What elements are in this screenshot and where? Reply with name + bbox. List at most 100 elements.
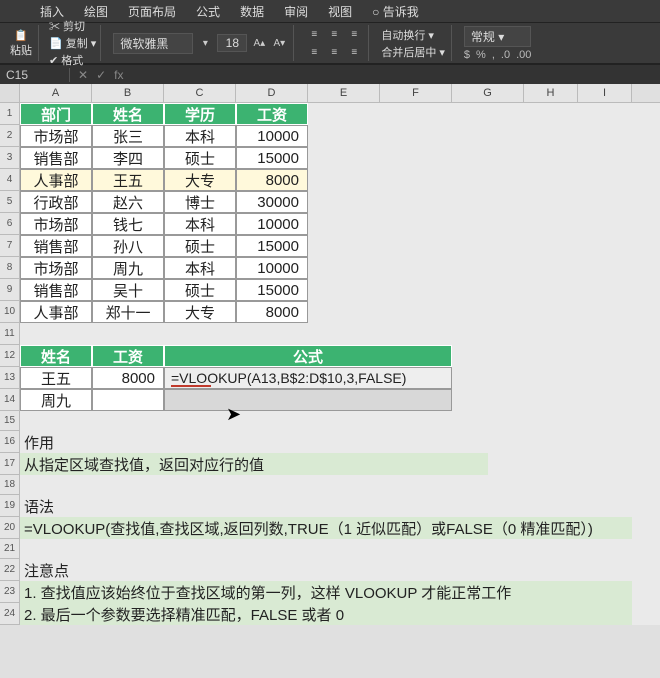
cell[interactable] <box>524 125 578 147</box>
row-4[interactable]: 4 <box>0 169 20 191</box>
cancel-icon[interactable]: ✕ <box>78 68 88 82</box>
cell[interactable] <box>380 235 452 257</box>
cell[interactable] <box>380 475 452 495</box>
cell[interactable] <box>164 475 236 495</box>
cell[interactable]: 注意点 <box>20 559 488 581</box>
cell[interactable] <box>524 279 578 301</box>
align-left-icon[interactable]: ≡ <box>306 44 322 60</box>
cell[interactable] <box>452 103 524 125</box>
cell[interactable]: 本科 <box>164 257 236 279</box>
cell[interactable] <box>164 411 236 431</box>
cell[interactable]: 8000 <box>92 367 164 389</box>
row-15[interactable]: 15 <box>0 411 20 431</box>
cell[interactable] <box>578 539 632 559</box>
cell[interactable] <box>380 411 452 431</box>
cell[interactable]: =VLOOKUP(A13,B$2:D$10,3,FALSE) <box>164 367 452 389</box>
decrease-font-icon[interactable]: A▾ <box>271 35 287 51</box>
cell[interactable]: 硕士 <box>164 235 236 257</box>
cell[interactable] <box>308 213 380 235</box>
wrap-button[interactable]: 自动换行 ▾ <box>381 27 445 43</box>
cell[interactable] <box>308 411 380 431</box>
merge-button[interactable]: 合并后居中 ▾ <box>381 44 445 60</box>
row-2[interactable]: 2 <box>0 125 20 147</box>
cell[interactable] <box>308 257 380 279</box>
row-10[interactable]: 10 <box>0 301 20 323</box>
inc-dec-icon[interactable]: .0 <box>501 49 510 61</box>
cell[interactable] <box>578 367 632 389</box>
number-format-select[interactable]: 常规 ▾ <box>464 26 531 47</box>
cell[interactable]: 8000 <box>236 169 308 191</box>
align-mid-icon[interactable]: ≡ <box>326 26 342 42</box>
cell[interactable] <box>578 323 632 345</box>
cell[interactable] <box>578 411 632 431</box>
cell[interactable] <box>452 213 524 235</box>
cell[interactable] <box>578 301 632 323</box>
cell[interactable] <box>308 279 380 301</box>
cell[interactable]: 王五 <box>92 169 164 191</box>
cell[interactable] <box>308 323 380 345</box>
cell[interactable]: 15000 <box>236 279 308 301</box>
cell[interactable] <box>524 389 578 411</box>
row-1[interactable]: 1 <box>0 103 20 125</box>
row-6[interactable]: 6 <box>0 213 20 235</box>
fx-icon[interactable]: fx <box>114 68 123 82</box>
row-24[interactable]: 24 <box>0 603 20 625</box>
cell[interactable] <box>92 539 164 559</box>
cell[interactable] <box>164 389 452 411</box>
cell[interactable]: 本科 <box>164 125 236 147</box>
cell[interactable] <box>92 411 164 431</box>
cell[interactable] <box>524 345 578 367</box>
cell[interactable] <box>524 411 578 431</box>
cell[interactable]: 销售部 <box>20 235 92 257</box>
increase-font-icon[interactable]: A▴ <box>251 35 267 51</box>
tab-tellme[interactable]: ○ 告诉我 <box>362 0 429 22</box>
cell[interactable] <box>524 213 578 235</box>
cell[interactable]: 人事部 <box>20 301 92 323</box>
cell[interactable] <box>452 169 524 191</box>
cell[interactable] <box>20 539 92 559</box>
cell[interactable] <box>578 235 632 257</box>
cell[interactable] <box>452 301 524 323</box>
col-D[interactable]: D <box>236 84 308 102</box>
currency-icon[interactable]: $ <box>464 49 470 61</box>
cell[interactable] <box>380 257 452 279</box>
cell[interactable] <box>380 191 452 213</box>
formula-input[interactable] <box>131 67 660 82</box>
cell[interactable] <box>380 169 452 191</box>
cell[interactable]: 15000 <box>236 235 308 257</box>
cell[interactable]: 大专 <box>164 301 236 323</box>
cell[interactable] <box>524 301 578 323</box>
cell[interactable] <box>524 103 578 125</box>
cell[interactable] <box>524 475 578 495</box>
row-8[interactable]: 8 <box>0 257 20 279</box>
cell[interactable]: 硕士 <box>164 147 236 169</box>
cell[interactable]: 从指定区域查找值，返回对应行的值 <box>20 453 488 475</box>
row-19[interactable]: 19 <box>0 495 20 517</box>
cell[interactable] <box>308 475 380 495</box>
select-all-corner[interactable] <box>0 84 20 102</box>
cell[interactable]: 李四 <box>92 147 164 169</box>
row-11[interactable]: 11 <box>0 323 20 345</box>
cell[interactable] <box>380 103 452 125</box>
worksheet[interactable]: A B C D E F G H I 1部门姓名学历工资2市场部张三本科10000… <box>0 84 660 625</box>
cell[interactable] <box>20 323 92 345</box>
cell[interactable] <box>380 147 452 169</box>
cell[interactable] <box>524 191 578 213</box>
font-size-select[interactable]: 18 <box>217 34 247 52</box>
cell[interactable] <box>92 323 164 345</box>
cell[interactable]: 8000 <box>236 301 308 323</box>
percent-icon[interactable]: % <box>476 49 486 61</box>
cell[interactable] <box>452 475 524 495</box>
row-14[interactable]: 14 <box>0 389 20 411</box>
cell[interactable]: 2. 最后一个参数要选择精准匹配，FALSE 或者 0 <box>20 603 632 625</box>
cell[interactable]: =VLOOKUP(查找值,查找区域,返回列数,TRUE（1 近似匹配）或FALS… <box>20 517 632 539</box>
cell[interactable] <box>578 213 632 235</box>
cell[interactable] <box>578 475 632 495</box>
cell[interactable]: 人事部 <box>20 169 92 191</box>
cell[interactable] <box>308 539 380 559</box>
cell[interactable]: 15000 <box>236 147 308 169</box>
col-B[interactable]: B <box>92 84 164 102</box>
cell[interactable]: 硕士 <box>164 279 236 301</box>
cell[interactable] <box>452 191 524 213</box>
cell[interactable]: 语法 <box>20 495 488 517</box>
